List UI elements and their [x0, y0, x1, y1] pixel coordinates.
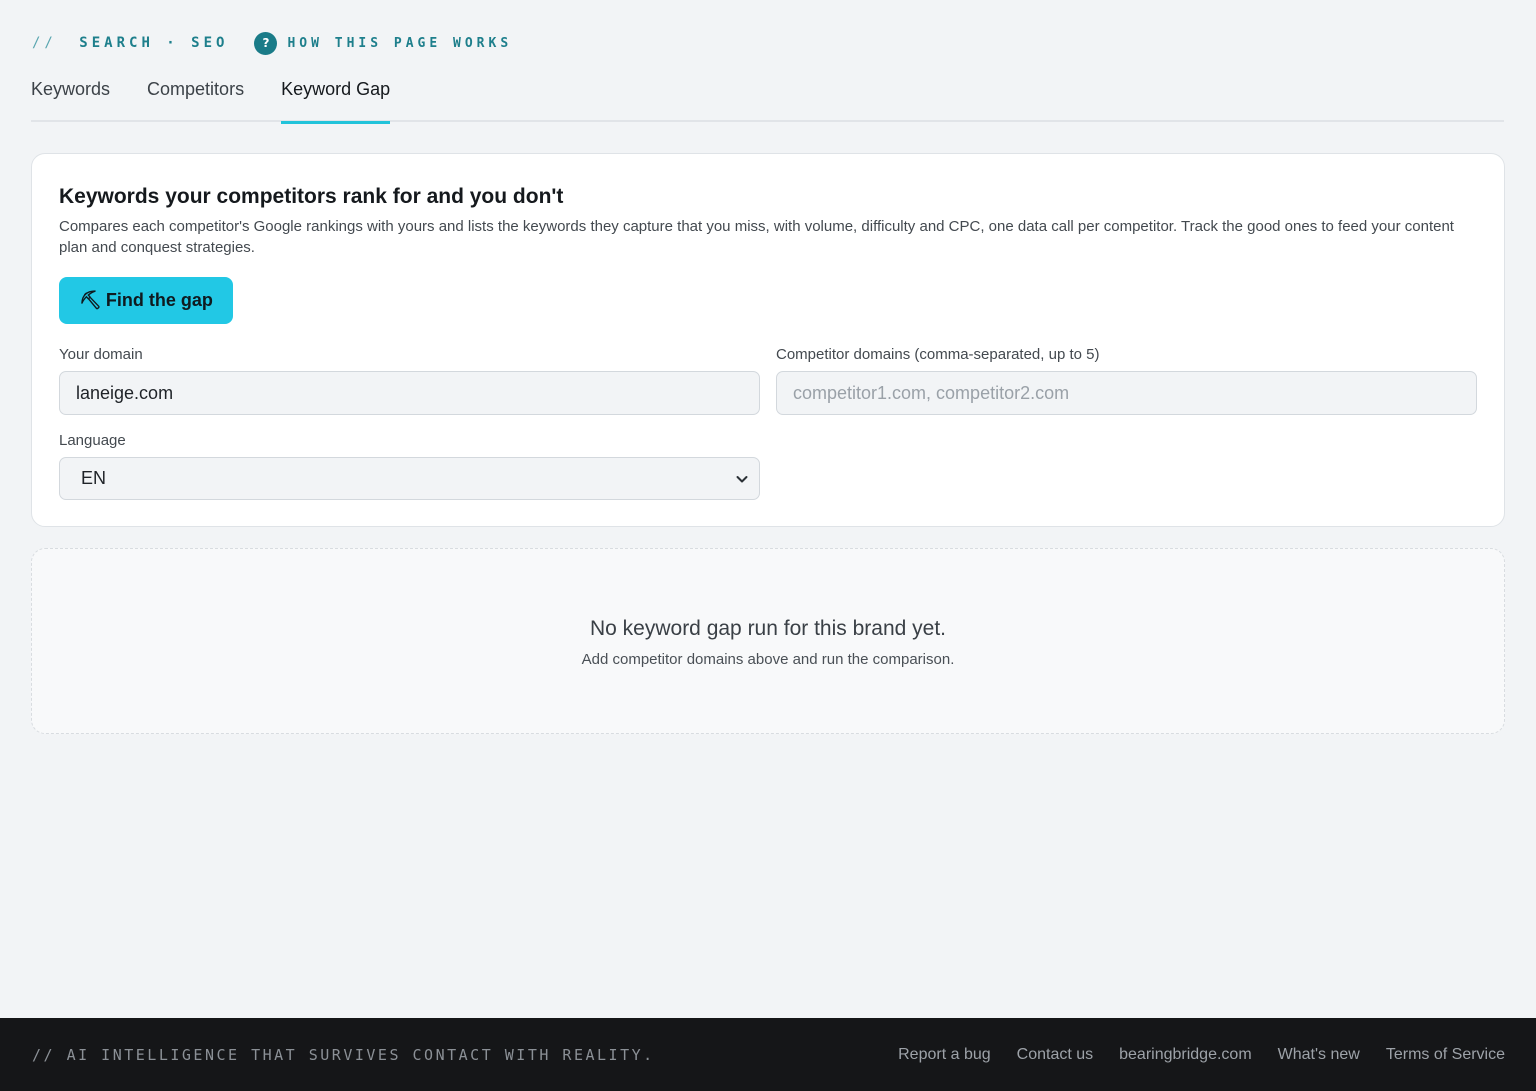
your-domain-input[interactable]	[59, 371, 760, 415]
empty-state-title: No keyword gap run for this brand yet.	[589, 617, 946, 640]
footer-tagline: // AI INTELLIGENCE THAT SURVIVES CONTACT…	[32, 1045, 655, 1064]
tab-competitors[interactable]: Competitors	[147, 70, 244, 122]
language-label: Language	[59, 432, 126, 449]
tab-keyword-gap[interactable]: Keyword Gap	[281, 70, 391, 124]
competitor-domains-label: Competitor domains (comma-separated, up …	[776, 346, 1100, 363]
keyword-gap-card: Keywords your competitors rank for and y…	[31, 153, 1505, 527]
competitor-domains-input[interactable]	[776, 371, 1477, 415]
question-circle-icon: ?	[254, 31, 278, 55]
your-domain-label: Your domain	[59, 346, 143, 363]
breadcrumb: // SEARCH · SEO	[32, 35, 228, 51]
language-selected-value: EN	[81, 468, 107, 488]
breadcrumb-text: SEARCH · SEO	[79, 35, 229, 51]
card-title: Keywords your competitors rank for and y…	[59, 185, 564, 208]
top-bar: // SEARCH · SEO ? HOW THIS PAGE WORKS	[32, 30, 512, 56]
empty-state: No keyword gap run for this brand yet. A…	[31, 548, 1505, 734]
tab-keywords[interactable]: Keywords	[31, 70, 110, 122]
footer: // AI INTELLIGENCE THAT SURVIVES CONTACT…	[0, 1018, 1536, 1091]
whats-new-link[interactable]: What's new	[1278, 1046, 1360, 1064]
find-the-gap-button[interactable]: ⛏ Find the gap	[59, 277, 233, 324]
footer-links: Report a bug Contact us bearingbridge.co…	[872, 1046, 1505, 1064]
terms-of-service-link[interactable]: Terms of Service	[1386, 1046, 1505, 1064]
contact-us-link[interactable]: Contact us	[1017, 1046, 1093, 1064]
page: // SEARCH · SEO ? HOW THIS PAGE WORKS Ke…	[0, 0, 1536, 1091]
pickaxe-icon: ⛏	[79, 290, 102, 311]
breadcrumb-slash: //	[32, 35, 57, 51]
empty-state-subtitle: Add competitor domains above and run the…	[581, 651, 955, 668]
how-this-page-works-link[interactable]: ? HOW THIS PAGE WORKS	[254, 31, 513, 55]
chevron-down-icon	[736, 475, 748, 482]
how-this-page-works-label: HOW THIS PAGE WORKS	[287, 35, 513, 51]
language-select[interactable]: EN	[59, 457, 760, 500]
tab-bar: Keywords Competitors Keyword Gap	[31, 70, 1504, 124]
card-description: Compares each competitor's Google rankin…	[59, 218, 1454, 256]
report-a-bug-link[interactable]: Report a bug	[898, 1046, 991, 1064]
bearingbridge-link[interactable]: bearingbridge.com	[1119, 1046, 1252, 1064]
find-the-gap-label: Find the gap	[105, 290, 213, 310]
